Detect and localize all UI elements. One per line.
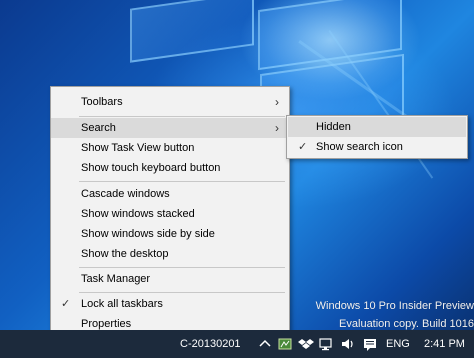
network-icon[interactable] bbox=[318, 336, 334, 352]
chevron-right-icon: › bbox=[275, 121, 279, 135]
menu-item-windows-side-by-side[interactable]: Show windows side by side bbox=[51, 224, 289, 244]
menu-item-show-desktop[interactable]: Show the desktop bbox=[51, 244, 289, 264]
dropbox-icon[interactable] bbox=[298, 336, 314, 352]
menu-separator bbox=[79, 267, 285, 268]
clock[interactable]: 2:41 PM bbox=[424, 330, 465, 358]
chevron-right-icon: › bbox=[275, 95, 279, 109]
submenu-item-hidden[interactable]: Hidden bbox=[288, 117, 466, 137]
watermark-line-1: Windows 10 Pro Insider Preview bbox=[315, 300, 474, 312]
menu-separator bbox=[79, 292, 285, 293]
chevron-up-icon[interactable] bbox=[257, 336, 273, 352]
taskbar-context-menu: Toolbars › Search › Show Task View butto… bbox=[50, 86, 290, 338]
checkmark-icon: ✓ bbox=[298, 141, 308, 153]
taskbar[interactable]: C-20130201 ENG 2:41 PM bbox=[0, 330, 474, 358]
menu-item-label: Lock all taskbars bbox=[81, 298, 163, 310]
submenu-item-label: Hidden bbox=[316, 121, 351, 133]
menu-item-label: Show touch keyboard button bbox=[81, 162, 221, 174]
menu-item-show-touch-keyboard[interactable]: Show touch keyboard button bbox=[51, 158, 289, 178]
menu-item-windows-stacked[interactable]: Show windows stacked bbox=[51, 204, 289, 224]
menu-separator bbox=[79, 181, 285, 182]
menu-item-label: Show Task View button bbox=[81, 142, 195, 154]
menu-item-toolbars[interactable]: Toolbars › bbox=[51, 92, 289, 112]
app-tray-icon[interactable] bbox=[277, 336, 293, 352]
action-center-icon[interactable] bbox=[362, 336, 378, 352]
menu-item-label: Show the desktop bbox=[81, 248, 169, 260]
computer-name-label: C-20130201 bbox=[180, 338, 241, 350]
menu-item-cascade-windows[interactable]: Cascade windows bbox=[51, 184, 289, 204]
submenu-item-show-search-icon[interactable]: ✓ Show search icon bbox=[288, 137, 466, 157]
menu-item-search[interactable]: Search › bbox=[51, 118, 289, 138]
menu-item-label: Toolbars bbox=[81, 96, 123, 108]
windows-logo-pane bbox=[130, 0, 254, 63]
menu-item-label: Show windows side by side bbox=[81, 228, 215, 240]
search-submenu: Hidden ✓ Show search icon bbox=[286, 115, 468, 159]
menu-item-lock-all-taskbars[interactable]: ✓ Lock all taskbars bbox=[51, 294, 289, 314]
menu-item-label: Cascade windows bbox=[81, 188, 170, 200]
menu-item-show-task-view[interactable]: Show Task View button bbox=[51, 138, 289, 158]
checkmark-icon: ✓ bbox=[61, 298, 71, 310]
watermark-line-2: Evaluation copy. Build 1016 bbox=[339, 318, 474, 330]
menu-item-label: Task Manager bbox=[81, 273, 151, 285]
submenu-item-label: Show search icon bbox=[316, 141, 403, 153]
language-indicator[interactable]: ENG bbox=[386, 330, 410, 358]
menu-item-task-manager[interactable]: Task Manager bbox=[51, 269, 289, 289]
menu-item-label: Search bbox=[81, 122, 116, 134]
menu-item-label: Show windows stacked bbox=[81, 208, 195, 220]
menu-separator bbox=[79, 116, 285, 117]
volume-icon[interactable] bbox=[340, 336, 356, 352]
